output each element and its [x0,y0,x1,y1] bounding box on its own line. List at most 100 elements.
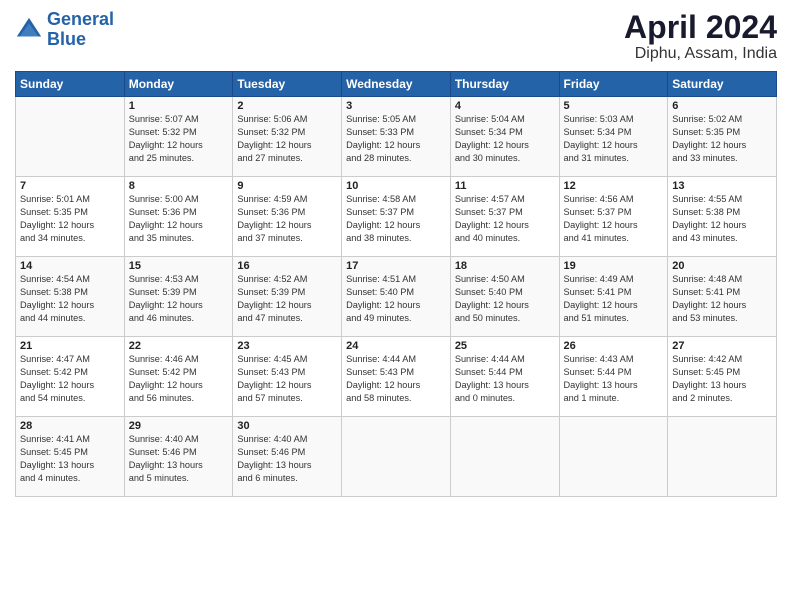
day-info: Sunrise: 5:00 AM Sunset: 5:36 PM Dayligh… [129,193,229,245]
day-info: Sunrise: 4:59 AM Sunset: 5:36 PM Dayligh… [237,193,337,245]
day-info: Sunrise: 5:02 AM Sunset: 5:35 PM Dayligh… [672,113,772,165]
day-number: 10 [346,180,446,192]
calendar-cell: 18Sunrise: 4:50 AM Sunset: 5:40 PM Dayli… [450,257,559,337]
calendar-cell [559,417,668,497]
calendar-cell: 16Sunrise: 4:52 AM Sunset: 5:39 PM Dayli… [233,257,342,337]
day-info: Sunrise: 5:03 AM Sunset: 5:34 PM Dayligh… [564,113,664,165]
day-info: Sunrise: 5:01 AM Sunset: 5:35 PM Dayligh… [20,193,120,245]
day-info: Sunrise: 4:48 AM Sunset: 5:41 PM Dayligh… [672,273,772,325]
calendar-cell: 3Sunrise: 5:05 AM Sunset: 5:33 PM Daylig… [342,97,451,177]
day-number: 12 [564,180,664,192]
logo-icon [15,16,43,44]
day-number: 13 [672,180,772,192]
day-info: Sunrise: 4:56 AM Sunset: 5:37 PM Dayligh… [564,193,664,245]
calendar-container: General Blue April 2024 Diphu, Assam, In… [0,0,792,612]
sub-title: Diphu, Assam, India [624,45,777,63]
day-number: 19 [564,260,664,272]
day-number: 21 [20,340,120,352]
calendar-cell: 27Sunrise: 4:42 AM Sunset: 5:45 PM Dayli… [668,337,777,417]
day-number: 11 [455,180,555,192]
day-number: 18 [455,260,555,272]
day-number: 24 [346,340,446,352]
calendar-cell [342,417,451,497]
calendar-cell: 2Sunrise: 5:06 AM Sunset: 5:32 PM Daylig… [233,97,342,177]
calendar-cell [16,97,125,177]
day-number: 4 [455,100,555,112]
day-number: 3 [346,100,446,112]
day-info: Sunrise: 5:07 AM Sunset: 5:32 PM Dayligh… [129,113,229,165]
day-number: 16 [237,260,337,272]
calendar-cell: 30Sunrise: 4:40 AM Sunset: 5:46 PM Dayli… [233,417,342,497]
calendar-cell: 10Sunrise: 4:58 AM Sunset: 5:37 PM Dayli… [342,177,451,257]
day-info: Sunrise: 4:55 AM Sunset: 5:38 PM Dayligh… [672,193,772,245]
calendar-cell: 4Sunrise: 5:04 AM Sunset: 5:34 PM Daylig… [450,97,559,177]
calendar-cell: 5Sunrise: 5:03 AM Sunset: 5:34 PM Daylig… [559,97,668,177]
day-info: Sunrise: 4:46 AM Sunset: 5:42 PM Dayligh… [129,353,229,405]
calendar-cell: 29Sunrise: 4:40 AM Sunset: 5:46 PM Dayli… [124,417,233,497]
day-info: Sunrise: 5:05 AM Sunset: 5:33 PM Dayligh… [346,113,446,165]
day-number: 2 [237,100,337,112]
week-row-1: 1Sunrise: 5:07 AM Sunset: 5:32 PM Daylig… [16,97,777,177]
day-info: Sunrise: 4:49 AM Sunset: 5:41 PM Dayligh… [564,273,664,325]
day-number: 15 [129,260,229,272]
day-info: Sunrise: 4:51 AM Sunset: 5:40 PM Dayligh… [346,273,446,325]
column-header-tuesday: Tuesday [233,72,342,97]
calendar-cell: 28Sunrise: 4:41 AM Sunset: 5:45 PM Dayli… [16,417,125,497]
day-number: 27 [672,340,772,352]
day-info: Sunrise: 4:52 AM Sunset: 5:39 PM Dayligh… [237,273,337,325]
column-header-thursday: Thursday [450,72,559,97]
column-header-wednesday: Wednesday [342,72,451,97]
day-info: Sunrise: 4:40 AM Sunset: 5:46 PM Dayligh… [237,433,337,485]
logo-text: General Blue [47,10,114,50]
calendar-cell [668,417,777,497]
day-number: 25 [455,340,555,352]
column-header-saturday: Saturday [668,72,777,97]
calendar-cell: 25Sunrise: 4:44 AM Sunset: 5:44 PM Dayli… [450,337,559,417]
day-info: Sunrise: 4:57 AM Sunset: 5:37 PM Dayligh… [455,193,555,245]
day-number: 22 [129,340,229,352]
day-number: 28 [20,420,120,432]
column-header-sunday: Sunday [16,72,125,97]
week-row-5: 28Sunrise: 4:41 AM Sunset: 5:45 PM Dayli… [16,417,777,497]
day-number: 23 [237,340,337,352]
calendar-cell: 24Sunrise: 4:44 AM Sunset: 5:43 PM Dayli… [342,337,451,417]
calendar-cell [450,417,559,497]
day-info: Sunrise: 4:45 AM Sunset: 5:43 PM Dayligh… [237,353,337,405]
calendar-table: SundayMondayTuesdayWednesdayThursdayFrid… [15,71,777,497]
column-header-friday: Friday [559,72,668,97]
day-number: 8 [129,180,229,192]
day-info: Sunrise: 4:54 AM Sunset: 5:38 PM Dayligh… [20,273,120,325]
calendar-cell: 1Sunrise: 5:07 AM Sunset: 5:32 PM Daylig… [124,97,233,177]
calendar-cell: 14Sunrise: 4:54 AM Sunset: 5:38 PM Dayli… [16,257,125,337]
day-number: 1 [129,100,229,112]
day-info: Sunrise: 5:04 AM Sunset: 5:34 PM Dayligh… [455,113,555,165]
title-block: April 2024 Diphu, Assam, India [624,10,777,63]
calendar-cell: 11Sunrise: 4:57 AM Sunset: 5:37 PM Dayli… [450,177,559,257]
calendar-cell: 9Sunrise: 4:59 AM Sunset: 5:36 PM Daylig… [233,177,342,257]
week-row-3: 14Sunrise: 4:54 AM Sunset: 5:38 PM Dayli… [16,257,777,337]
header: General Blue April 2024 Diphu, Assam, In… [15,10,777,63]
day-info: Sunrise: 4:43 AM Sunset: 5:44 PM Dayligh… [564,353,664,405]
calendar-cell: 21Sunrise: 4:47 AM Sunset: 5:42 PM Dayli… [16,337,125,417]
calendar-header-row: SundayMondayTuesdayWednesdayThursdayFrid… [16,72,777,97]
day-number: 29 [129,420,229,432]
main-title: April 2024 [624,10,777,45]
logo-line2: Blue [47,29,86,49]
calendar-cell: 6Sunrise: 5:02 AM Sunset: 5:35 PM Daylig… [668,97,777,177]
day-info: Sunrise: 4:44 AM Sunset: 5:44 PM Dayligh… [455,353,555,405]
day-info: Sunrise: 4:58 AM Sunset: 5:37 PM Dayligh… [346,193,446,245]
day-number: 17 [346,260,446,272]
day-number: 9 [237,180,337,192]
day-number: 7 [20,180,120,192]
day-info: Sunrise: 4:42 AM Sunset: 5:45 PM Dayligh… [672,353,772,405]
calendar-cell: 23Sunrise: 4:45 AM Sunset: 5:43 PM Dayli… [233,337,342,417]
calendar-cell: 26Sunrise: 4:43 AM Sunset: 5:44 PM Dayli… [559,337,668,417]
day-number: 26 [564,340,664,352]
day-number: 14 [20,260,120,272]
day-number: 20 [672,260,772,272]
week-row-4: 21Sunrise: 4:47 AM Sunset: 5:42 PM Dayli… [16,337,777,417]
calendar-cell: 19Sunrise: 4:49 AM Sunset: 5:41 PM Dayli… [559,257,668,337]
day-number: 5 [564,100,664,112]
day-info: Sunrise: 4:47 AM Sunset: 5:42 PM Dayligh… [20,353,120,405]
calendar-cell: 12Sunrise: 4:56 AM Sunset: 5:37 PM Dayli… [559,177,668,257]
